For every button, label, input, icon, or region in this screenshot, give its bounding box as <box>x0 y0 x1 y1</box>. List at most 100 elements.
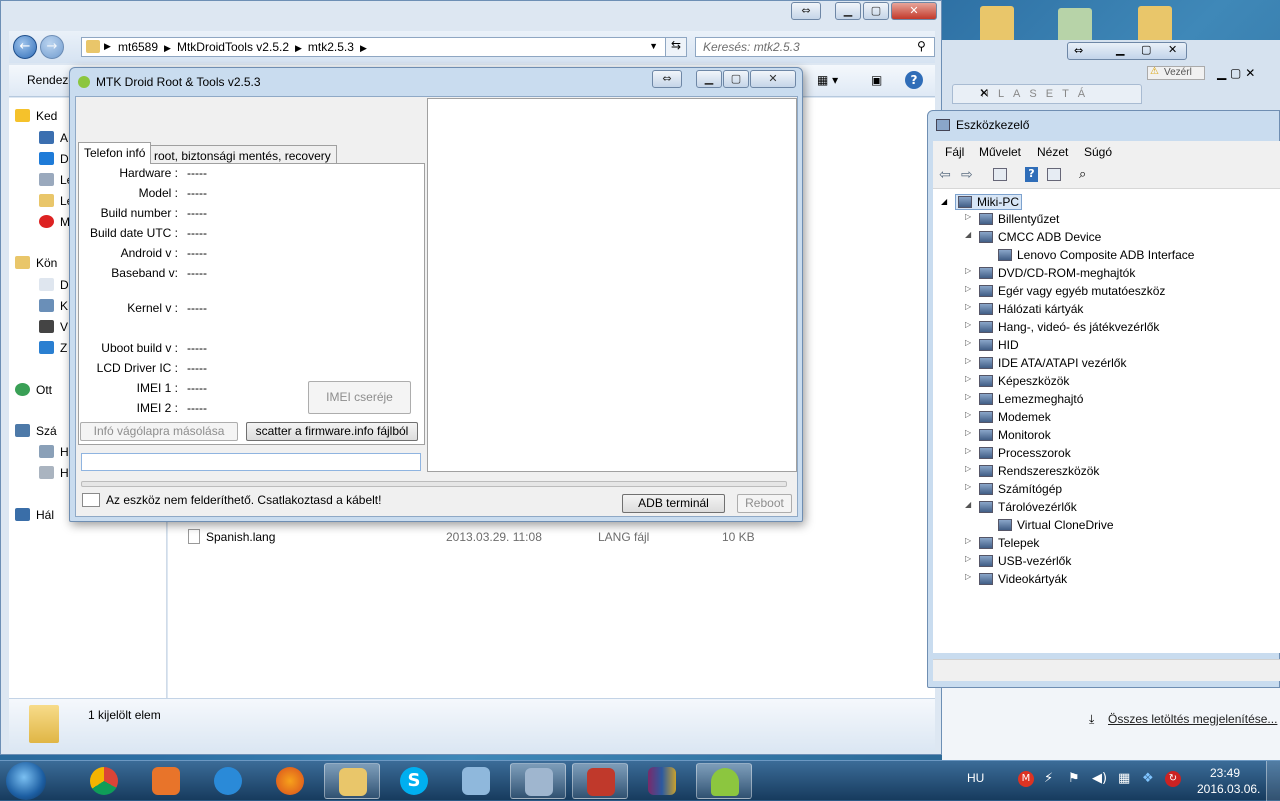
taskbar-device-manager[interactable] <box>510 763 566 799</box>
file-row[interactable]: Spanish.lang 2013.03.29. 11:08 LANG fájl… <box>178 526 768 548</box>
collapse-icon[interactable]: ◢ <box>965 500 971 509</box>
tree-category[interactable]: ▷ Egér vagy egyéb mutatóeszköz <box>965 284 1165 298</box>
expand-icon[interactable]: ▷ <box>965 392 971 401</box>
resize-icon[interactable]: ⇔ <box>791 2 821 20</box>
nav-item[interactable]: H <box>39 445 69 459</box>
expand-icon[interactable]: ▷ <box>965 446 971 455</box>
scatter-button[interactable]: scatter a firmware.info fájlból <box>246 422 418 441</box>
volume-icon[interactable]: ◀) <box>1092 771 1107 786</box>
menu-help[interactable]: Súgó <box>1084 145 1112 159</box>
tree-category[interactable]: ▷ Monitorok <box>965 428 1051 442</box>
nav-item[interactable]: D <box>39 278 69 292</box>
taskbar-winrar[interactable] <box>634 763 690 799</box>
language-indicator[interactable]: HU <box>967 771 984 785</box>
tree-category[interactable]: ▷ Lemezmeghajtó <box>965 392 1083 406</box>
tree-category[interactable]: ▷ Videokártyák <box>965 572 1067 586</box>
adb-terminal-button[interactable]: ADB terminál <box>622 494 725 513</box>
log-panel[interactable] <box>427 98 797 472</box>
taskbar-toolbox[interactable] <box>572 763 628 799</box>
close-tab-icon[interactable]: ✕ <box>979 86 989 100</box>
properties-icon[interactable] <box>993 168 1007 181</box>
browser-controls[interactable]: ▁ ▢ ✕ <box>1217 66 1255 80</box>
search-icon[interactable]: ⚲ <box>917 39 926 53</box>
tree-category[interactable]: ▷ Modemek <box>965 410 1051 424</box>
tree-category[interactable]: ◢ CMCC ADB Device <box>965 230 1101 244</box>
tree-device[interactable]: Lenovo Composite ADB Interface <box>998 248 1194 262</box>
tree-device[interactable]: Virtual CloneDrive <box>998 518 1114 532</box>
expand-icon[interactable]: ▷ <box>965 212 971 221</box>
taskbar-mtk[interactable] <box>696 763 752 799</box>
minimize-icon[interactable]: ▁ <box>696 70 722 88</box>
nav-item[interactable]: M <box>39 215 70 229</box>
taskbar-chrome[interactable] <box>76 763 132 799</box>
flag-icon[interactable]: ⚑ <box>1068 771 1080 786</box>
network-icon[interactable]: ▦ <box>1118 771 1130 786</box>
breadcrumb-0[interactable]: mt6589 <box>118 40 158 54</box>
mega-tray-icon[interactable]: M <box>1018 771 1034 787</box>
expand-icon[interactable]: ▷ <box>965 266 971 275</box>
collapse-icon[interactable]: ◢ <box>965 230 971 239</box>
maximize-icon[interactable]: ▢ <box>723 70 749 88</box>
maximize-icon[interactable]: ▢ <box>1141 43 1151 56</box>
close-icon[interactable]: ✕ <box>750 70 796 88</box>
clock-time[interactable]: 23:49 <box>1210 766 1240 780</box>
tree-category[interactable]: ▷ USB-vezérlők <box>965 554 1071 568</box>
view-icon[interactable]: ▦ ▾ <box>817 73 838 87</box>
dropbox-icon[interactable]: ❖ <box>1142 771 1154 786</box>
breadcrumb-2[interactable]: mtk2.5.3 <box>308 40 354 54</box>
taskbar-ie[interactable] <box>200 763 256 799</box>
tree-category[interactable]: ▷ Képeszközök <box>965 374 1069 388</box>
clock-date[interactable]: 2016.03.06. <box>1197 782 1260 796</box>
menu-view[interactable]: Nézet <box>1037 145 1068 159</box>
taskbar-explorer[interactable] <box>324 763 380 799</box>
expand-icon[interactable]: ▷ <box>965 572 971 581</box>
resize-icon[interactable]: ⇔ <box>1074 44 1083 57</box>
tab-phone-info[interactable]: Telefon infó <box>78 142 152 164</box>
reboot-button[interactable]: Reboot <box>737 494 792 513</box>
copy-info-button[interactable]: Infó vágólapra másolása <box>80 422 238 441</box>
expand-icon[interactable]: ▷ <box>965 554 971 563</box>
update-driver-icon[interactable] <box>1047 168 1061 181</box>
nav-item[interactable]: Z <box>39 341 67 355</box>
address-bar[interactable]: ▶ mt6589 ▶ MtkDroidTools v2.5.2 ▶ mtk2.5.3 ▶ … <box>81 37 687 57</box>
imei-change-button[interactable]: IMEI cseréje <box>308 381 411 414</box>
expand-icon[interactable]: ▷ <box>965 302 971 311</box>
nav-item[interactable]: D <box>39 152 69 166</box>
tray-icon[interactable]: ⚡ <box>1044 771 1053 786</box>
start-button[interactable] <box>6 762 46 800</box>
minimize-icon[interactable]: ▁ <box>835 2 861 20</box>
nav-item-computer[interactable]: Szá <box>15 424 57 438</box>
expand-icon[interactable]: ▷ <box>965 410 971 419</box>
back-icon[interactable]: ← <box>13 35 37 59</box>
warning-badge[interactable]: ⚠ Vezérl <box>1147 66 1205 80</box>
tree-category[interactable]: ▷ Processzorok <box>965 446 1071 460</box>
search-input[interactable]: Keresés: mtk2.5.3 <box>695 37 935 57</box>
tree-category[interactable]: ▷ Hálózati kártyák <box>965 302 1083 316</box>
nav-item[interactable]: H <box>39 466 69 480</box>
nav-item-homegroup[interactable]: Ott <box>15 383 52 397</box>
expand-icon[interactable]: ▷ <box>965 356 971 365</box>
nav-item-network[interactable]: Hál <box>15 508 54 522</box>
tree-category[interactable]: ▷ DVD/CD-ROM-meghajtók <box>965 266 1135 280</box>
tree-category[interactable]: ▷ Számítógép <box>965 482 1062 496</box>
nav-item[interactable]: A <box>39 131 68 145</box>
expand-icon[interactable]: ▷ <box>965 284 971 293</box>
nav-item-favorites[interactable]: Ked <box>15 109 57 123</box>
tree-category[interactable]: ▷ Rendszereszközök <box>965 464 1099 478</box>
expand-icon[interactable]: ▷ <box>965 464 971 473</box>
help-icon[interactable]: ? <box>1025 167 1038 182</box>
minimize-icon[interactable]: ▁ <box>1116 43 1124 56</box>
tree-category[interactable]: ▷ Billentyűzet <box>965 212 1059 226</box>
show-desktop-button[interactable] <box>1266 761 1280 801</box>
tree-category[interactable]: ▷ Hang-, videó- és játékvezérlők <box>965 320 1159 334</box>
preview-pane-icon[interactable]: ▣ <box>871 73 882 87</box>
expand-icon[interactable]: ▷ <box>965 320 971 329</box>
forward-icon[interactable]: ⇨ <box>961 167 973 183</box>
expand-icon[interactable]: ▷ <box>965 374 971 383</box>
all-downloads-link[interactable]: Összes letöltés megjelenítése... <box>1108 712 1277 726</box>
resize-icon[interactable]: ⇔ <box>652 70 682 88</box>
expand-icon[interactable]: ▷ <box>965 536 971 545</box>
help-icon[interactable]: ? <box>905 71 923 89</box>
command-input[interactable] <box>81 453 421 471</box>
menu-file[interactable]: Fájl <box>945 145 964 159</box>
